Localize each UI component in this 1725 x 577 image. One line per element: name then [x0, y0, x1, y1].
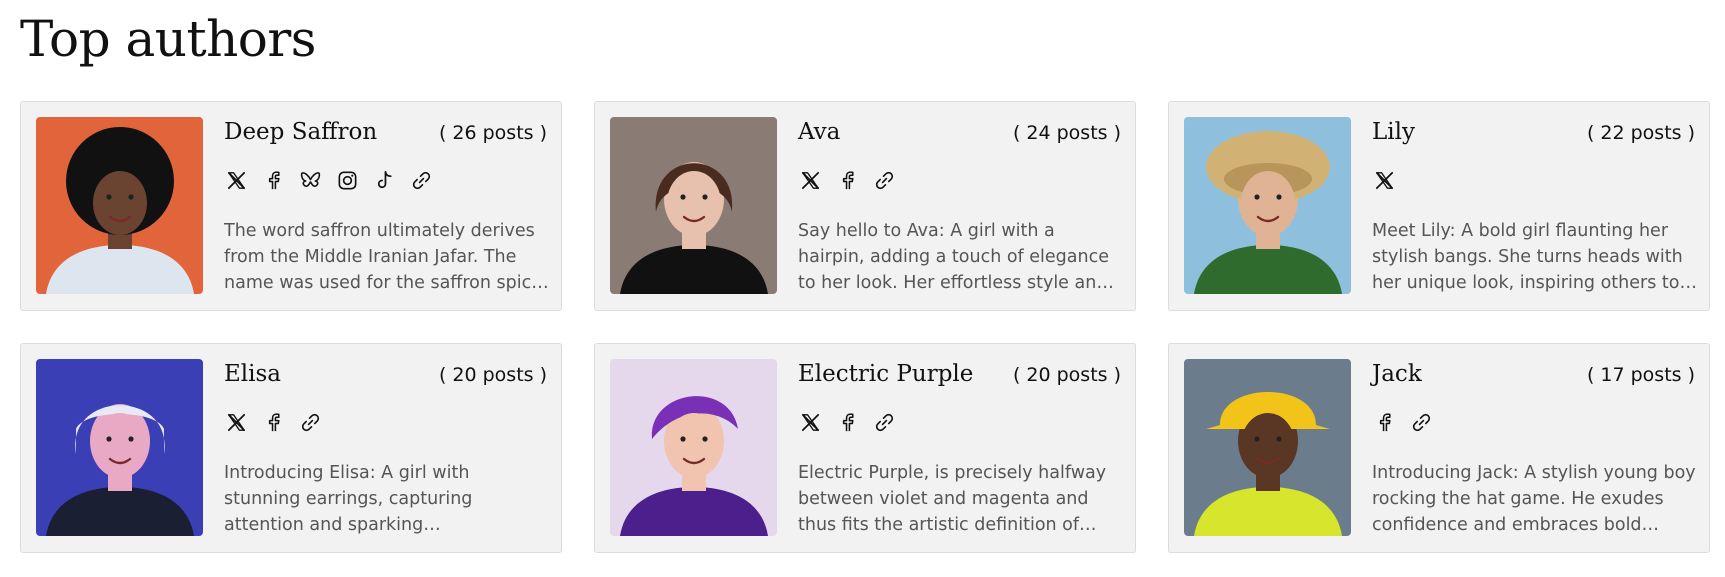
author-card[interactable]: Ava ( 24 posts ) Say hello to Ava: A girl …	[594, 101, 1136, 311]
page-title: Top authors	[20, 10, 316, 68]
author-bio: Meet Lily: A bold girl flaunting her sty…	[1372, 221, 1683, 293]
post-count: ( 20 posts )	[438, 364, 547, 386]
social-links	[798, 168, 897, 193]
author-avatar[interactable]	[610, 359, 777, 536]
link-icon[interactable]	[1409, 410, 1434, 435]
author-bio: Electric Purple, is precisely halfway be…	[798, 463, 1107, 535]
author-card[interactable]: Elisa ( 20 posts ) Introducing Elisa: A gi…	[20, 343, 562, 553]
link-icon[interactable]	[872, 410, 897, 435]
link-icon[interactable]	[872, 168, 897, 193]
authors-grid: Deep Saffron ( 26 posts ) The word saffron…	[20, 101, 1710, 553]
social-links	[798, 410, 897, 435]
author-name[interactable]: Deep Saffron	[224, 116, 377, 148]
author-bio: Introducing Jack: A stylish young boy ro…	[1372, 463, 1696, 535]
facebook-icon[interactable]	[835, 168, 860, 193]
author-name[interactable]: Lily	[1372, 116, 1415, 148]
bluesky-icon[interactable]	[298, 168, 323, 193]
facebook-icon[interactable]	[835, 410, 860, 435]
link-icon[interactable]	[298, 410, 323, 435]
author-name[interactable]: Jack	[1372, 358, 1422, 390]
link-icon[interactable]	[409, 168, 434, 193]
facebook-icon[interactable]	[261, 168, 286, 193]
author-avatar[interactable]	[610, 117, 777, 294]
facebook-icon[interactable]	[261, 410, 286, 435]
author-card[interactable]: Deep Saffron ( 26 posts ) The word saffron…	[20, 101, 562, 311]
author-avatar[interactable]	[36, 359, 203, 536]
author-name[interactable]: Electric Purple	[798, 358, 973, 390]
top-authors-page: Top authors Deep Saffron ( 26 posts ) The …	[0, 0, 1725, 577]
x-icon[interactable]	[798, 168, 823, 193]
x-icon[interactable]	[224, 168, 249, 193]
author-avatar[interactable]	[36, 117, 203, 294]
author-bio: Say hello to Ava: A girl with a hairpin,…	[798, 221, 1109, 293]
x-icon[interactable]	[1372, 168, 1397, 193]
instagram-icon[interactable]	[335, 168, 360, 193]
tiktok-icon[interactable]	[372, 168, 397, 193]
author-avatar[interactable]	[1184, 117, 1351, 294]
author-card[interactable]: Jack ( 17 posts ) Introducing Jack: A styl…	[1168, 343, 1710, 553]
post-count: ( 22 posts )	[1586, 122, 1695, 144]
author-avatar[interactable]	[1184, 359, 1351, 536]
social-links	[224, 168, 434, 193]
post-count: ( 17 posts )	[1586, 364, 1695, 386]
author-bio: The word saffron ultimately derives from…	[224, 221, 543, 293]
author-name[interactable]: Ava	[798, 116, 840, 148]
author-bio: Introducing Elisa: A girl with stunning …	[224, 463, 473, 535]
post-count: ( 26 posts )	[438, 122, 547, 144]
author-card[interactable]: Lily ( 22 posts ) Meet Lily: A bold girl f…	[1168, 101, 1710, 311]
author-name[interactable]: Elisa	[224, 358, 281, 390]
post-count: ( 24 posts )	[1012, 122, 1121, 144]
x-icon[interactable]	[224, 410, 249, 435]
social-links	[1372, 168, 1397, 193]
post-count: ( 20 posts )	[1012, 364, 1121, 386]
x-icon[interactable]	[798, 410, 823, 435]
social-links	[224, 410, 323, 435]
social-links	[1372, 410, 1434, 435]
author-card[interactable]: Electric Purple ( 20 posts ) Electric Purp…	[594, 343, 1136, 553]
facebook-icon[interactable]	[1372, 410, 1397, 435]
